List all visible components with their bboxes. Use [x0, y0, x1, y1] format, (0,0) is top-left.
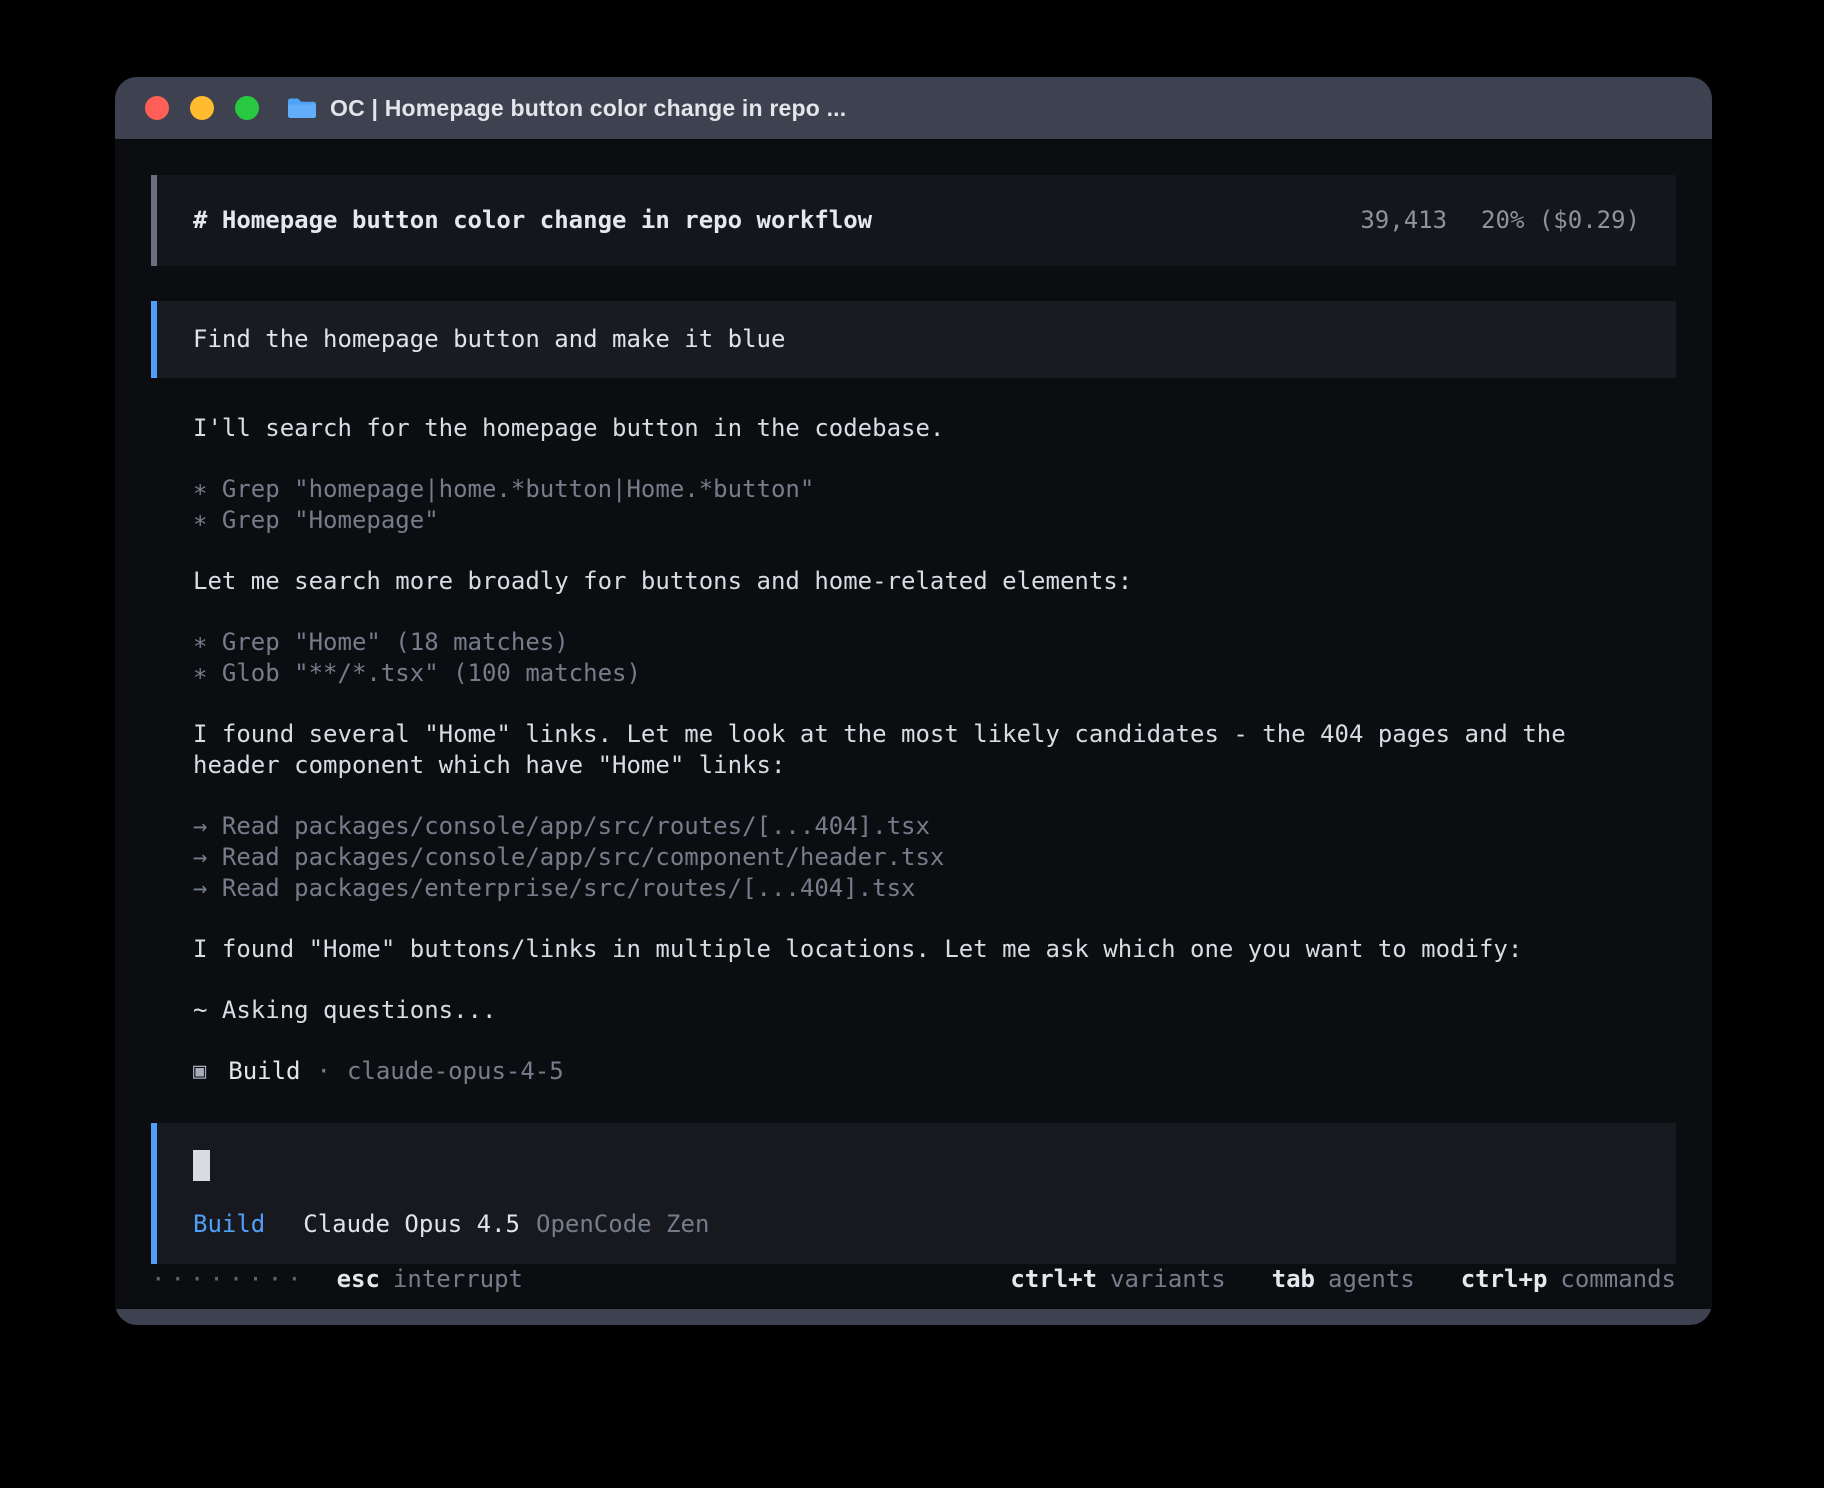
traffic-lights [115, 96, 259, 120]
shortcut-key: tab [1272, 1264, 1315, 1295]
tool-call-line: ∗ Grep "homepage|home.*button|Home.*butt… [193, 474, 1636, 505]
tool-call-group: → Read packages/console/app/src/routes/[… [193, 811, 1636, 904]
assistant-message: I found several "Home" links. Let me loo… [193, 719, 1636, 781]
agent-separator: · [317, 1056, 331, 1087]
esc-key-hint[interactable]: esc [337, 1264, 380, 1295]
agent-name: Build [228, 1056, 300, 1087]
terminal-content: # Homepage button color change in repo w… [115, 139, 1712, 1309]
assistant-message: I'll search for the homepage button in t… [193, 413, 1636, 444]
assistant-status-message: ~ Asking questions... [193, 995, 1636, 1026]
desktop-background: OC | Homepage button color change in rep… [0, 0, 1824, 1488]
tool-call-group: ∗ Grep "homepage|home.*button|Home.*butt… [193, 474, 1636, 536]
context-percent-cost: 20% ($0.29) [1481, 205, 1640, 236]
assistant-message: I found "Home" buttons/links in multiple… [193, 934, 1636, 965]
shortcut-key: ctrl+t [1010, 1264, 1097, 1295]
agent-status: ▣ Build · claude-opus-4-5 [193, 1056, 1636, 1087]
tool-call-line: ∗ Glob "**/*.tsx" (100 matches) [193, 658, 1636, 689]
tool-call-line: → Read packages/console/app/src/routes/[… [193, 811, 1636, 842]
statusbar-left: ········ esc interrupt [151, 1264, 523, 1295]
tool-call-line: ∗ Grep "Home" (18 matches) [193, 627, 1636, 658]
agent-model: claude-opus-4-5 [347, 1056, 564, 1087]
user-message: Find the homepage button and make it blu… [151, 301, 1676, 378]
user-message-text: Find the homepage button and make it blu… [193, 325, 785, 353]
prompt-input[interactable]: Build Claude Opus 4.5 OpenCode Zen [151, 1123, 1676, 1264]
input-meta-row: Build Claude Opus 4.5 OpenCode Zen [193, 1209, 1640, 1240]
titlebar-title-group: OC | Homepage button color change in rep… [287, 95, 846, 122]
minimize-window-button[interactable] [190, 96, 214, 120]
agent-square-icon: ▣ [193, 1056, 206, 1087]
zoom-window-button[interactable] [235, 96, 259, 120]
progress-spinner-dots: ········ [151, 1264, 307, 1295]
shortcut-label: commands [1560, 1264, 1676, 1295]
folder-icon [287, 96, 317, 120]
statusbar: ········ esc interrupt ctrl+t variants t… [151, 1264, 1676, 1319]
conversation: I'll search for the homepage button in t… [151, 413, 1676, 1117]
assistant-message: Let me search more broadly for buttons a… [193, 566, 1636, 597]
close-window-button[interactable] [145, 96, 169, 120]
shortcut-key: ctrl+p [1461, 1264, 1548, 1295]
statusbar-right: ctrl+t variants tab agents ctrl+p comman… [964, 1264, 1676, 1295]
token-count: 39,413 [1360, 205, 1447, 236]
provider-label: OpenCode Zen [536, 1209, 709, 1240]
tool-call-line: → Read packages/console/app/src/componen… [193, 842, 1636, 873]
shortcut-commands[interactable]: ctrl+p commands [1461, 1264, 1676, 1295]
shortcut-variants[interactable]: ctrl+t variants [1010, 1264, 1225, 1295]
tool-call-group: ∗ Grep "Home" (18 matches) ∗ Glob "**/*.… [193, 627, 1636, 689]
esc-key-label: interrupt [393, 1264, 523, 1295]
tool-call-line: → Read packages/enterprise/src/routes/[.… [193, 873, 1636, 904]
window-titlebar[interactable]: OC | Homepage button color change in rep… [115, 77, 1712, 139]
agent-mode-label[interactable]: Build [193, 1209, 265, 1240]
session-meta: 39,413 20% ($0.29) [1360, 205, 1640, 236]
session-header: # Homepage button color change in repo w… [151, 175, 1676, 266]
opencode-terminal-window: OC | Homepage button color change in rep… [115, 77, 1712, 1325]
model-name-label[interactable]: Claude Opus 4.5 [303, 1209, 520, 1240]
shortcut-label: agents [1328, 1264, 1415, 1295]
shortcut-agents[interactable]: tab agents [1272, 1264, 1415, 1295]
window-title: OC | Homepage button color change in rep… [330, 95, 846, 122]
shortcut-label: variants [1110, 1264, 1226, 1295]
session-title: # Homepage button color change in repo w… [193, 205, 872, 236]
tool-call-line: ∗ Grep "Homepage" [193, 505, 1636, 536]
text-cursor [193, 1150, 210, 1181]
